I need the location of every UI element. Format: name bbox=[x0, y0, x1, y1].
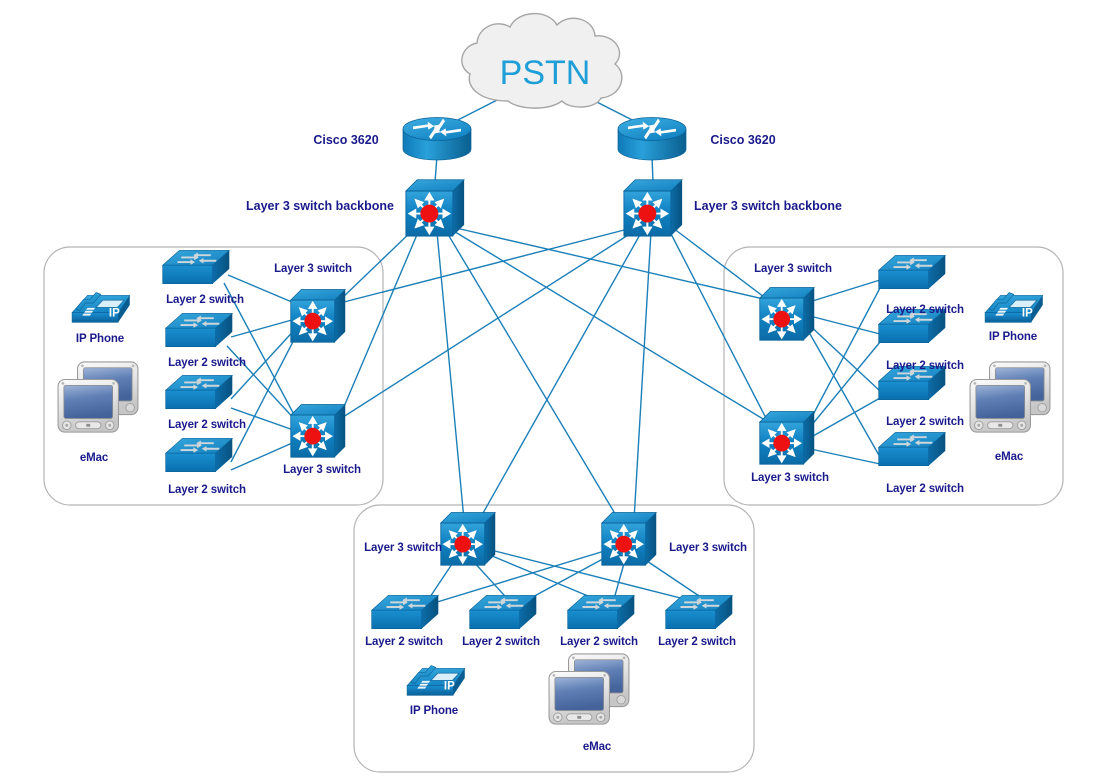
label-l2-right-4: Layer 2 switch bbox=[886, 483, 964, 495]
label-l3-right-top: Layer 3 switch bbox=[754, 263, 832, 275]
layer3-switch-backbone-right[interactable] bbox=[622, 178, 684, 238]
network-topology-svg: IP bbox=[43, 12, 1064, 773]
label-ip-phone-bottom: IP Phone bbox=[410, 705, 458, 717]
link-backbone-left-to-l3-bottom-right bbox=[445, 230, 621, 523]
label-l2-right-3: Layer 2 switch bbox=[886, 416, 964, 428]
label-ip-phone-right: IP Phone bbox=[989, 331, 1037, 343]
layer3-switch-l3-right-top[interactable] bbox=[758, 286, 816, 342]
link-backbone-left-to-l3-left-bottom bbox=[339, 229, 420, 417]
link-backbone-right-to-l3-bottom-left bbox=[477, 230, 643, 523]
router-router-right[interactable] bbox=[617, 117, 687, 161]
label-l2-left-3: Layer 2 switch bbox=[168, 419, 246, 431]
label-router-left: Cisco 3620 bbox=[313, 133, 378, 147]
label-l3-left-bottom: Layer 3 switch bbox=[283, 464, 361, 476]
layer2-switch-l2-bottom-4[interactable] bbox=[665, 595, 733, 630]
label-l2-right-2: Layer 2 switch bbox=[886, 360, 964, 372]
label-emac-left: eMac bbox=[80, 452, 109, 464]
label-emac-bottom: eMac bbox=[583, 741, 612, 753]
label-router-right: Cisco 3620 bbox=[710, 133, 775, 147]
network-diagram-canvas: IP bbox=[0, 0, 1107, 780]
layer2-switch-l2-left-2[interactable] bbox=[165, 313, 233, 348]
layer2-switch-l2-bottom-3[interactable] bbox=[567, 595, 635, 630]
layer2-switch-l2-bottom-1[interactable] bbox=[371, 595, 439, 630]
link-l3-right-top-to-l2-right-4 bbox=[805, 326, 881, 458]
label-ip-phone-left: IP Phone bbox=[76, 333, 124, 345]
link-backbone-right-to-l3-right-bottom bbox=[668, 229, 769, 423]
link-l3-right-bottom-to-l2-right-4 bbox=[805, 447, 881, 465]
layer2-switch-l2-left-1[interactable] bbox=[162, 250, 230, 285]
layer3-switch-l3-bottom-right[interactable] bbox=[600, 511, 658, 567]
label-l3-left-top: Layer 3 switch bbox=[274, 263, 352, 275]
ip-phone-ip-phone-left[interactable] bbox=[71, 292, 131, 323]
layer3-switch-l3-right-bottom[interactable] bbox=[758, 410, 816, 466]
link-backbone-right-to-l3-bottom-right bbox=[633, 231, 652, 521]
label-backbone-left: Layer 3 switch backbone bbox=[246, 199, 394, 213]
layer2-switch-l2-left-3[interactable] bbox=[165, 375, 233, 410]
label-l3-bottom-right: Layer 3 switch bbox=[669, 542, 747, 554]
label-l2-bottom-1: Layer 2 switch bbox=[365, 636, 443, 648]
layer3-switch-l3-bottom-left[interactable] bbox=[439, 511, 497, 567]
link-l2-left-4-to-l3-left-top bbox=[230, 329, 300, 463]
network-links-group bbox=[223, 95, 881, 607]
ip-phone-ip-phone-bottom[interactable] bbox=[406, 665, 466, 696]
label-l2-bottom-2: Layer 2 switch bbox=[462, 636, 540, 648]
label-l3-bottom-left: Layer 3 switch bbox=[364, 542, 442, 554]
pstn-cloud-label: PSTN bbox=[500, 54, 591, 92]
layer3-switch-l3-left-bottom[interactable] bbox=[289, 403, 347, 459]
label-l2-left-4: Layer 2 switch bbox=[168, 484, 246, 496]
ip-phone-ip-phone-right[interactable] bbox=[984, 292, 1044, 323]
emac-emac-bottom[interactable] bbox=[548, 653, 630, 725]
link-backbone-left-to-l3-right-bottom bbox=[451, 229, 769, 423]
layer2-switch-l2-right-1[interactable] bbox=[878, 255, 946, 290]
link-l2-left-2-to-l3-left-top bbox=[230, 317, 300, 338]
label-l2-bottom-4: Layer 2 switch bbox=[658, 636, 736, 648]
label-l3-right-bottom: Layer 3 switch bbox=[751, 472, 829, 484]
layer3-switch-l3-left-top[interactable] bbox=[289, 288, 347, 344]
link-l3-right-top-to-l2-right-1 bbox=[805, 279, 881, 304]
layer2-switch-l2-right-4[interactable] bbox=[878, 432, 946, 467]
emac-emac-left[interactable] bbox=[57, 361, 139, 433]
layer2-switch-l2-bottom-2[interactable] bbox=[469, 595, 537, 630]
link-l3-right-bottom-to-l2-right-1 bbox=[805, 287, 881, 429]
link-backbone-right-to-l3-left-bottom bbox=[339, 229, 637, 420]
label-backbone-right: Layer 3 switch backbone bbox=[694, 199, 842, 213]
layer2-switch-l2-left-4[interactable] bbox=[165, 438, 233, 473]
layer3-switch-backbone-left[interactable] bbox=[404, 178, 466, 238]
emac-emac-right[interactable] bbox=[969, 361, 1051, 433]
label-l2-right-1: Layer 2 switch bbox=[886, 304, 964, 316]
label-l2-bottom-3: Layer 2 switch bbox=[560, 636, 638, 648]
label-l2-left-1: Layer 2 switch bbox=[166, 294, 244, 306]
link-backbone-right-to-l3-left-top bbox=[339, 227, 633, 304]
router-router-left[interactable] bbox=[402, 117, 472, 161]
pstn-cloud[interactable]: PSTN bbox=[461, 12, 623, 109]
link-l3-right-top-to-l2-right-2 bbox=[805, 314, 881, 335]
label-emac-right: eMac bbox=[995, 451, 1024, 463]
label-l2-left-2: Layer 2 switch bbox=[168, 357, 246, 369]
